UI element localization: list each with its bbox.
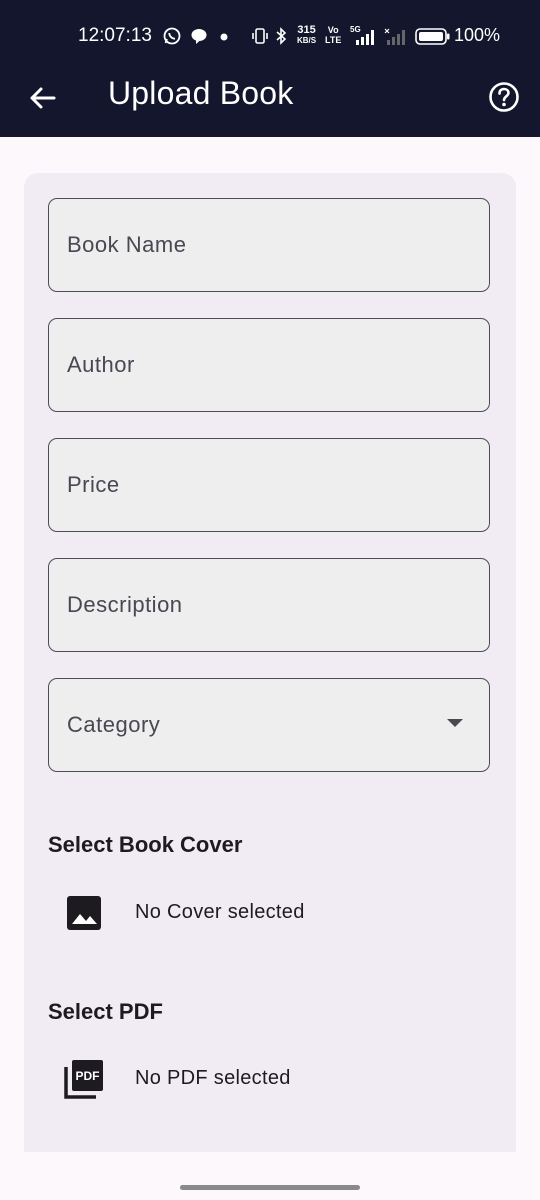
signal-strength-icon [356, 30, 374, 45]
status-time: 12:07:13 [78, 25, 152, 46]
battery-icon [415, 28, 450, 45]
help-icon[interactable] [488, 81, 520, 113]
pdf-status: No PDF selected [135, 1067, 291, 1089]
volte-indicator: Vo LTE [325, 25, 342, 45]
app-bar: Upload Book [0, 72, 540, 137]
author-label: Author [67, 352, 135, 377]
svg-text:PDF: PDF [76, 1069, 100, 1083]
back-arrow-icon[interactable] [26, 80, 62, 116]
home-indicator[interactable] [180, 1185, 360, 1190]
status-bar: 12:07:13 315 KB/S Vo LTE 5G 100% [0, 0, 540, 72]
book-name-field[interactable]: Book Name [48, 198, 490, 292]
page-title: Upload Book [108, 75, 294, 111]
dropdown-arrow-icon [447, 719, 463, 727]
price-label: Price [67, 472, 120, 497]
cover-picker[interactable]: No Cover selected [64, 893, 484, 933]
category-label: Category [67, 712, 161, 737]
price-field[interactable]: Price [48, 438, 490, 532]
author-field[interactable]: Author [48, 318, 490, 412]
notification-dot-icon [220, 33, 228, 41]
pdf-section-title: Select PDF [48, 999, 163, 1024]
bluetooth-icon [276, 27, 287, 45]
battery-percent: 100% [454, 25, 501, 45]
cover-status: No Cover selected [135, 901, 305, 923]
description-label: Description [67, 592, 183, 617]
whatsapp-icon [163, 27, 181, 45]
description-field[interactable]: Description [48, 558, 490, 652]
chat-bubble-icon [191, 29, 207, 44]
network-speed: 315 KB/S [297, 24, 317, 46]
pdf-picker[interactable]: PDF No PDF selected [64, 1059, 484, 1099]
signal-weak-icon [384, 28, 405, 45]
cover-section-title: Select Book Cover [48, 832, 243, 857]
vibrate-icon [252, 28, 268, 44]
pdf-file-icon[interactable]: PDF [64, 1059, 104, 1099]
category-dropdown[interactable]: Category [48, 678, 490, 772]
image-icon[interactable] [64, 893, 104, 933]
book-name-label: Book Name [67, 232, 187, 257]
